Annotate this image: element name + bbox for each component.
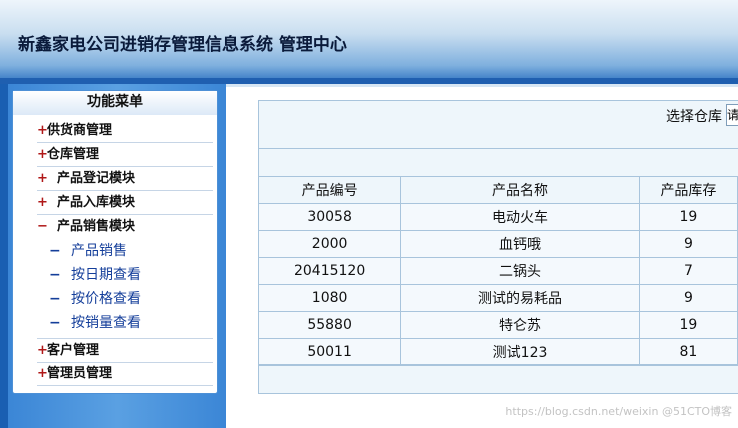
table-row: 20415120 二锅头 7 xyxy=(257,257,738,285)
watermark: https://blog.csdn.net/weixin @51CTO博客 xyxy=(505,405,732,418)
menu-item-label: 客户管理 xyxy=(47,343,100,358)
collapse-icon: − xyxy=(37,219,48,234)
table-row: 50011 测试123 81 xyxy=(257,338,738,366)
table-header-row: 产品编号 产品名称 产品库存 xyxy=(257,176,738,204)
main-top-line xyxy=(226,84,738,87)
expand-icon: + xyxy=(37,171,48,186)
menu-item-supplier[interactable]: +供货商管理 xyxy=(37,119,213,143)
cell-stock: 9 xyxy=(638,284,738,312)
menu-item-product-register[interactable]: + 产品登记模块 xyxy=(37,167,213,191)
cell-stock: 9 xyxy=(638,230,738,258)
function-menu: 功能菜单 +供货商管理 +仓库管理 + 产品登记模块 + 产品入库模块 − 产品销售模… xyxy=(12,90,218,394)
menu-item-product-sales[interactable]: − 产品销售模块 xyxy=(37,215,213,238)
submenu-item-by-date[interactable]: − 按日期查看 xyxy=(49,264,213,287)
expand-icon: + xyxy=(37,195,48,210)
dash-icon: − xyxy=(49,243,61,259)
expand-icon: + xyxy=(37,123,48,138)
expand-icon: + xyxy=(37,366,48,381)
menu-title: 功能菜单 xyxy=(13,91,217,115)
expand-icon: + xyxy=(37,147,48,162)
submenu-item-label: 产品销售 xyxy=(71,243,127,259)
warehouse-select[interactable]: 请 xyxy=(726,104,738,126)
menu-item-customer[interactable]: +客户管理 xyxy=(37,338,213,363)
table-row: 1080 测试的易耗品 9 xyxy=(257,284,738,312)
cell-product-id: 20415120 xyxy=(257,257,402,285)
submenu-item-label: 按日期查看 xyxy=(71,267,141,283)
cell-product-id: 55880 xyxy=(257,311,402,339)
cell-product-name: 血钙哦 xyxy=(400,230,640,258)
cell-stock: 81 xyxy=(638,338,738,366)
column-header-product-id: 产品编号 xyxy=(257,176,402,204)
cell-stock: 19 xyxy=(638,311,738,339)
menu-item-label: 供货商管理 xyxy=(47,123,113,138)
cell-stock: 7 xyxy=(638,257,738,285)
column-header-stock: 产品库存 xyxy=(638,176,738,204)
app-title: 新鑫家电公司进销存管理信息系统 管理中心 xyxy=(18,35,347,55)
dash-icon: − xyxy=(49,291,61,307)
cell-product-id: 50011 xyxy=(257,338,402,366)
table-row: 30058 电动火车 19 xyxy=(257,203,738,231)
menu-item-label: 管理员管理 xyxy=(47,366,113,381)
menu-item-product-stock-in[interactable]: + 产品入库模块 xyxy=(37,191,213,215)
submenu-item-label: 按价格查看 xyxy=(71,291,141,307)
menu-item-label: 产品登记模块 xyxy=(57,171,136,186)
submenu-item-product-sales[interactable]: − 产品销售 xyxy=(49,240,213,263)
dash-icon: − xyxy=(49,315,61,331)
column-header-product-name: 产品名称 xyxy=(400,176,640,204)
menu-item-label: 产品入库模块 xyxy=(57,195,136,210)
submenu-item-by-sales-volume[interactable]: − 按销量查看 xyxy=(49,312,213,335)
left-edge-strip xyxy=(0,84,8,428)
menu-item-admin[interactable]: +管理员管理 xyxy=(37,362,213,386)
cell-product-id: 1080 xyxy=(257,284,402,312)
warehouse-filter-label: 选择仓库 xyxy=(666,109,722,125)
menu-item-label: 仓库管理 xyxy=(47,147,100,162)
menu-item-label: 产品销售模块 xyxy=(57,219,136,234)
table-row: 2000 血钙哦 9 xyxy=(257,230,738,258)
divider xyxy=(258,148,738,149)
cell-product-name: 电动火车 xyxy=(400,203,640,231)
table-row: 55880 特仑苏 19 xyxy=(257,311,738,339)
expand-icon: + xyxy=(37,343,48,358)
stock-table: 产品编号 产品名称 产品库存 30058 电动火车 19 2000 血钙哦 9 … xyxy=(257,176,738,366)
cell-product-name: 测试123 xyxy=(400,338,640,366)
app-header: 新鑫家电公司进销存管理信息系统 管理中心 xyxy=(0,0,738,84)
cell-product-id: 30058 xyxy=(257,203,402,231)
menu-item-warehouse[interactable]: +仓库管理 xyxy=(37,143,213,167)
dash-icon: − xyxy=(49,267,61,283)
cell-product-id: 2000 xyxy=(257,230,402,258)
cell-product-name: 二锅头 xyxy=(400,257,640,285)
cell-stock: 19 xyxy=(638,203,738,231)
submenu-item-label: 按销量查看 xyxy=(71,315,141,331)
cell-product-name: 测试的易耗品 xyxy=(400,284,640,312)
cell-product-name: 特仑苏 xyxy=(400,311,640,339)
divider xyxy=(258,364,738,365)
submenu-item-by-price[interactable]: − 按价格查看 xyxy=(49,288,213,311)
